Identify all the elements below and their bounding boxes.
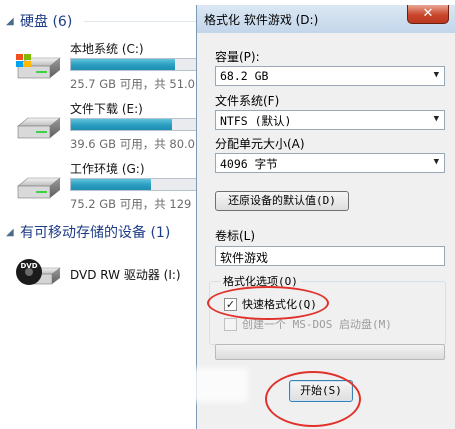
- dvd-badge-label: DVD: [20, 262, 37, 270]
- drive-usage-bar: [70, 118, 210, 131]
- filesystem-value: NTFS (默认): [220, 114, 292, 128]
- dialog-title: 格式化 软件游戏 (D:): [204, 13, 319, 27]
- drive-name: 文件下载 (E:): [70, 102, 143, 116]
- drive-usage-bar: [70, 178, 210, 191]
- drive-free-space: 39.6 GB 可用，共 80.0: [70, 137, 195, 151]
- drive-e[interactable]: 文件下载 (E:) 39.6 GB 可用，共 80.0: [14, 100, 210, 160]
- collapse-chevron-icon[interactable]: ◢: [6, 227, 20, 238]
- hard-disks-header[interactable]: ◢ 硬盘 (6): [6, 12, 196, 30]
- filesystem-label: 文件系统(F): [215, 94, 280, 108]
- section-divider: [84, 21, 196, 22]
- start-button-highlight-circle: [265, 371, 361, 427]
- collapse-chevron-icon[interactable]: ◢: [6, 16, 20, 27]
- hard-disks-title: 硬盘 (6): [20, 14, 73, 30]
- volume-label: 卷标(L): [215, 229, 256, 243]
- close-icon: ✕: [422, 6, 434, 21]
- watermark-blur: [168, 368, 248, 402]
- removable-title: 有可移动存储的设备 (1): [20, 225, 171, 241]
- removable-header[interactable]: ◢ 有可移动存储的设备 (1): [6, 223, 196, 241]
- hard-drive-icon: [17, 177, 61, 199]
- windows-drive-icon: [16, 54, 61, 79]
- hard-drive-icon: [17, 117, 61, 139]
- allocation-select[interactable]: 4096 字节 ▼: [215, 153, 445, 173]
- dropdown-arrow-icon: ▼: [433, 70, 439, 80]
- capacity-label: 容量(P):: [215, 50, 260, 64]
- drive-free-space: 75.2 GB 可用，共 129: [70, 197, 192, 211]
- filesystem-select[interactable]: NTFS (默认) ▼: [215, 110, 445, 130]
- drive-c[interactable]: 本地系统 (C:) 25.7 GB 可用，共 51.0: [14, 40, 210, 100]
- drive-name: DVD RW 驱动器 (I:): [70, 268, 181, 282]
- checkbox-unchecked-icon: [224, 317, 237, 331]
- dialog-titlebar[interactable]: 格式化 软件游戏 (D:) ✕: [197, 5, 455, 33]
- dvd-drive-icon: DVD: [16, 259, 61, 285]
- format-progress-bar: [215, 344, 445, 360]
- drive-name: 本地系统 (C:): [70, 42, 144, 56]
- capacity-select[interactable]: 68.2 GB ▼: [215, 66, 445, 86]
- dropdown-arrow-icon: ▼: [433, 114, 439, 124]
- drive-usage-bar: [70, 58, 210, 71]
- volume-label-input[interactable]: 软件游戏: [215, 246, 445, 266]
- volume-label-value: 软件游戏: [220, 251, 269, 265]
- allocation-value: 4096 字节: [220, 157, 278, 171]
- drive-free-space: 25.7 GB 可用，共 51.0: [70, 77, 195, 91]
- capacity-value: 68.2 GB: [220, 69, 269, 83]
- format-dialog: 格式化 软件游戏 (D:) ✕ 容量(P): 68.2 GB ▼ 文件系统(F)…: [196, 5, 455, 429]
- drive-g[interactable]: 工作环境 (G:) 75.2 GB 可用，共 129: [14, 160, 210, 220]
- dvd-drive-i[interactable]: DVD DVD RW 驱动器 (I:): [14, 254, 196, 314]
- allocation-label: 分配单元大小(A): [215, 137, 305, 151]
- restore-defaults-button[interactable]: 还原设备的默认值(D): [215, 191, 349, 211]
- close-button[interactable]: ✕: [407, 5, 449, 24]
- quick-format-highlight-circle: [207, 286, 329, 320]
- drive-name: 工作环境 (G:): [70, 162, 145, 176]
- dropdown-arrow-icon: ▼: [433, 157, 439, 167]
- explorer-pane: ◢ 硬盘 (6) 本地系统 (C:) 25.7 GB 可用，共 51.0 文件下…: [0, 0, 210, 429]
